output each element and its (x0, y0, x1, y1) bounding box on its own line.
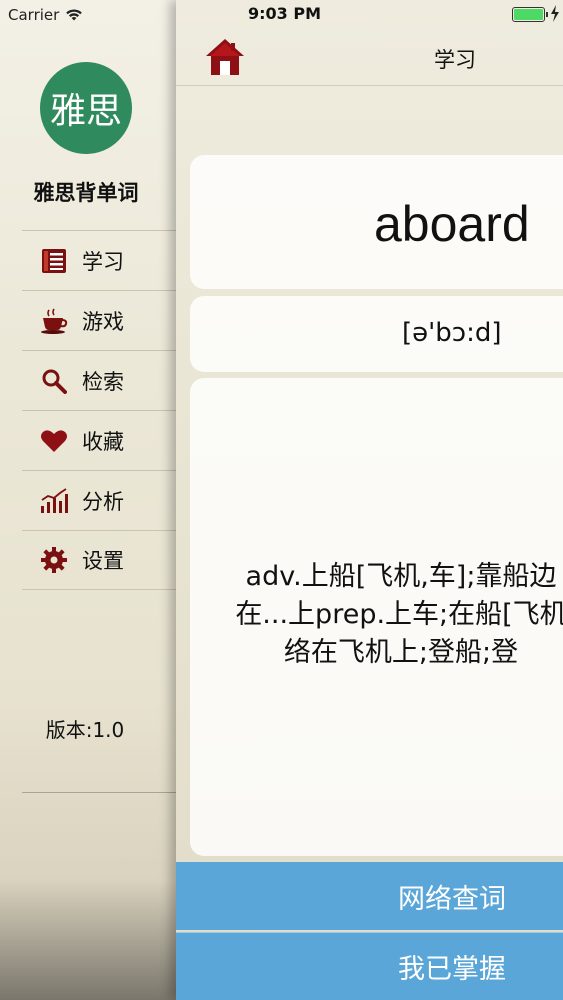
main-panel: 9:03 PM 学习 aboard [ə'bɔ:d] adv.上船[飞机,车];… (176, 0, 563, 1000)
app-name: 雅思背单词 (33, 181, 139, 205)
side-drawer: Carrier 雅思 雅思背单词 学习 游戏 检索 收藏 分析 设置 版本:1.… (0, 0, 176, 1000)
word-card: aboard (190, 155, 563, 289)
definition-card: adv.上船[飞机,车];靠船边 在...上prep.上车;在船[飞机 络在飞机… (190, 378, 563, 856)
heart-icon (40, 427, 68, 455)
status-time: 9:03 PM (248, 4, 322, 23)
version-label: 版本:1.0 (45, 718, 125, 742)
word-text: aboard (374, 196, 530, 252)
definition-line: adv.上船[飞机,车];靠船边 (245, 561, 557, 592)
divider (22, 792, 176, 793)
gear-icon (40, 546, 68, 574)
definition-line: 络在飞机上;登船;登 (283, 637, 519, 668)
bar-chart-icon (40, 487, 68, 515)
menu-item-label: 游戏 (82, 309, 124, 334)
charging-icon (551, 5, 559, 22)
drawer-menu: 学习 游戏 检索 收藏 分析 设置 (22, 230, 176, 590)
menu-item-label: 学习 (82, 249, 124, 274)
menu-item-label: 检索 (82, 369, 124, 394)
battery-icon (512, 7, 548, 22)
avatar[interactable]: 雅思 (40, 62, 132, 154)
phonetic-card: [ə'bɔ:d] (190, 296, 563, 372)
menu-item-study[interactable]: 学习 (22, 230, 176, 290)
menu-item-favorites[interactable]: 收藏 (22, 410, 176, 470)
magnifier-icon (40, 367, 68, 395)
menu-item-analysis[interactable]: 分析 (22, 470, 176, 530)
home-icon (206, 39, 244, 75)
list-book-icon (40, 247, 68, 275)
carrier-label: Carrier (8, 6, 60, 24)
page-title: 学习 (434, 48, 476, 72)
phonetic-text: [ə'bɔ:d] (402, 318, 502, 348)
coffee-cup-icon (40, 307, 68, 335)
wifi-icon (66, 9, 83, 21)
mastered-label: 我已掌握 (398, 954, 506, 985)
definition-line: 在...上prep.上车;在船[飞机 (235, 599, 563, 630)
definition-text: adv.上船[飞机,车];靠船边 在...上prep.上车;在船[飞机 络在飞机… (196, 558, 563, 672)
status-carrier: Carrier (8, 4, 83, 26)
menu-item-game[interactable]: 游戏 (22, 290, 176, 350)
menu-item-label: 设置 (82, 549, 124, 573)
nav-bar: 学习 (176, 30, 563, 86)
web-lookup-label: 网络查词 (398, 883, 506, 915)
mastered-button[interactable]: 我已掌握 (176, 932, 563, 1000)
avatar-text: 雅思 (49, 91, 122, 132)
menu-item-label: 收藏 (82, 429, 124, 454)
web-lookup-button[interactable]: 网络查词 (176, 862, 563, 930)
home-button[interactable] (204, 37, 246, 77)
menu-item-label: 分析 (82, 489, 124, 514)
status-bar: 9:03 PM (176, 0, 563, 30)
menu-item-search[interactable]: 检索 (22, 350, 176, 410)
menu-item-settings[interactable]: 设置 (22, 530, 176, 590)
